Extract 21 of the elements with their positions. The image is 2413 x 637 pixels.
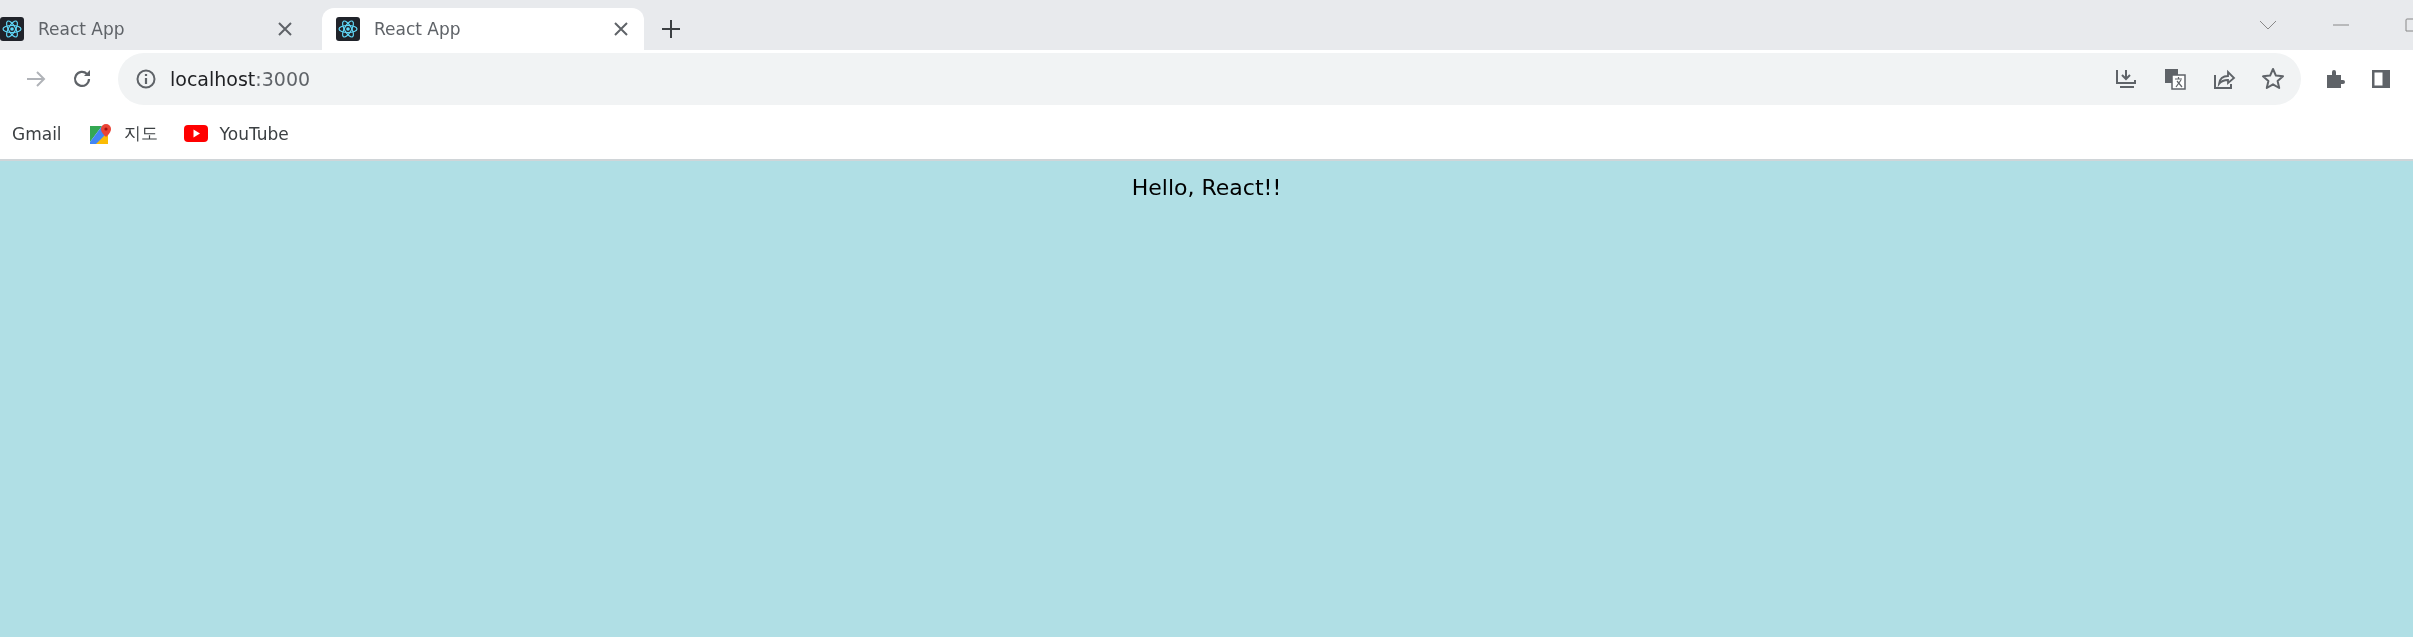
close-icon[interactable] [614,22,628,36]
atom-icon [0,17,24,41]
chevron-down-icon[interactable] [2259,20,2277,30]
share-icon[interactable] [2212,67,2236,91]
bookmark-link[interactable]: 지도 [87,121,158,146]
greeting-text: Hello, React!! [1131,175,1282,202]
address-bar[interactable]: localhost:3000 [118,53,2301,105]
star-icon[interactable] [2261,67,2285,91]
side-panel-icon[interactable] [2369,67,2393,91]
bookmark-link[interactable]: Gmail [12,123,62,144]
bookmark-link[interactable]: YouTube [183,123,289,144]
url-text: localhost:3000 [170,68,311,90]
browser-tab[interactable]: React App [322,8,644,50]
close-icon[interactable] [278,22,292,36]
translate-icon[interactable] [2163,67,2187,91]
new-tab-icon[interactable] [662,20,680,38]
map-pin-icon [87,121,112,146]
atom-icon [336,17,360,41]
info-icon [136,69,156,89]
install-icon[interactable] [2114,67,2138,91]
play-icon [183,125,208,142]
